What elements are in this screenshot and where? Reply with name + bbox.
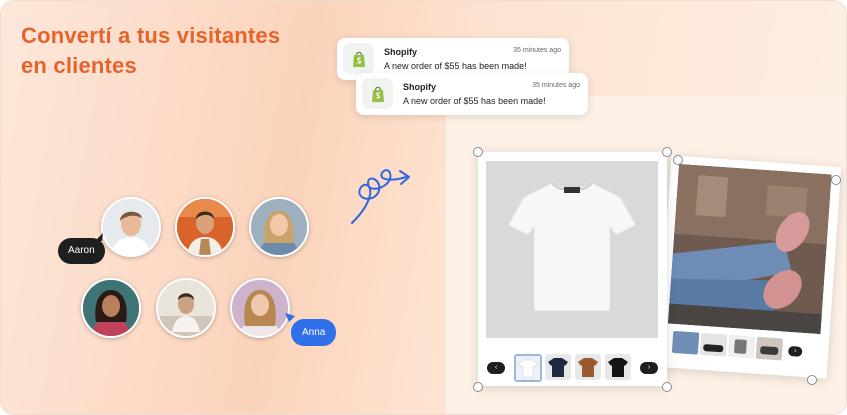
curly-arrow-icon	[351, 169, 410, 224]
hero-card: Convertí a tus visitantes en clientes Sh…	[0, 0, 847, 415]
cursor-pointer-icon	[95, 233, 103, 241]
gallery-thumbnail-selected[interactable]	[514, 354, 542, 382]
gallery-thumbnail[interactable]	[671, 330, 700, 355]
product-gallery-card[interactable]: ‹ ›	[478, 152, 667, 386]
chevron-right-icon[interactable]: ›	[640, 362, 658, 374]
product-gallery-card-secondary[interactable]: ›	[656, 155, 842, 379]
resize-handle[interactable]	[831, 175, 841, 185]
gallery-thumbnail[interactable]	[605, 354, 631, 380]
notification-time: 35 minutes ago	[532, 82, 580, 89]
cursor-pointer-icon	[285, 313, 295, 322]
gallery-thumbnail[interactable]	[545, 354, 571, 380]
jeans-product-image	[667, 163, 832, 335]
visitor-avatar[interactable]	[249, 197, 309, 257]
shopify-icon	[343, 43, 374, 74]
resize-handle[interactable]	[473, 382, 483, 392]
chevron-left-icon[interactable]: ‹	[487, 362, 505, 374]
resize-handle[interactable]	[807, 375, 817, 385]
gallery-thumbnail[interactable]	[699, 332, 728, 357]
gallery-thumbnail[interactable]	[727, 334, 756, 359]
headline: Convertí a tus visitantes en clientes	[21, 21, 280, 81]
visitor-avatar[interactable]	[175, 197, 235, 257]
resize-handle[interactable]	[662, 382, 672, 392]
resize-handle[interactable]	[662, 147, 672, 157]
notification-message: A new order of $55 has been made!	[384, 61, 527, 71]
resize-handle[interactable]	[473, 147, 483, 157]
visitor-avatar-anna[interactable]	[230, 278, 290, 338]
headline-line-1: Convertí a tus visitantes	[21, 23, 281, 48]
order-notification[interactable]: Shopify 35 minutes ago A new order of $5…	[356, 73, 588, 115]
chevron-right-icon[interactable]: ›	[787, 345, 803, 357]
visitor-label-anna: Anna	[291, 319, 337, 346]
notification-message: A new order of $55 has been made!	[403, 96, 546, 106]
visitor-avatar[interactable]	[156, 278, 216, 338]
tshirt-product-image	[486, 161, 658, 338]
visitor-avatar[interactable]	[81, 278, 141, 338]
notification-app: Shopify	[403, 82, 436, 92]
headline-line-2: en clientes	[21, 53, 137, 78]
shopify-icon	[362, 78, 393, 109]
notification-time: 35 minutes ago	[513, 47, 561, 54]
visitor-avatar-aaron[interactable]	[101, 197, 161, 257]
resize-handle[interactable]	[673, 155, 683, 165]
notification-app: Shopify	[384, 47, 417, 57]
gallery-thumbnail[interactable]	[755, 336, 784, 361]
gallery-thumbnail[interactable]	[575, 354, 601, 380]
